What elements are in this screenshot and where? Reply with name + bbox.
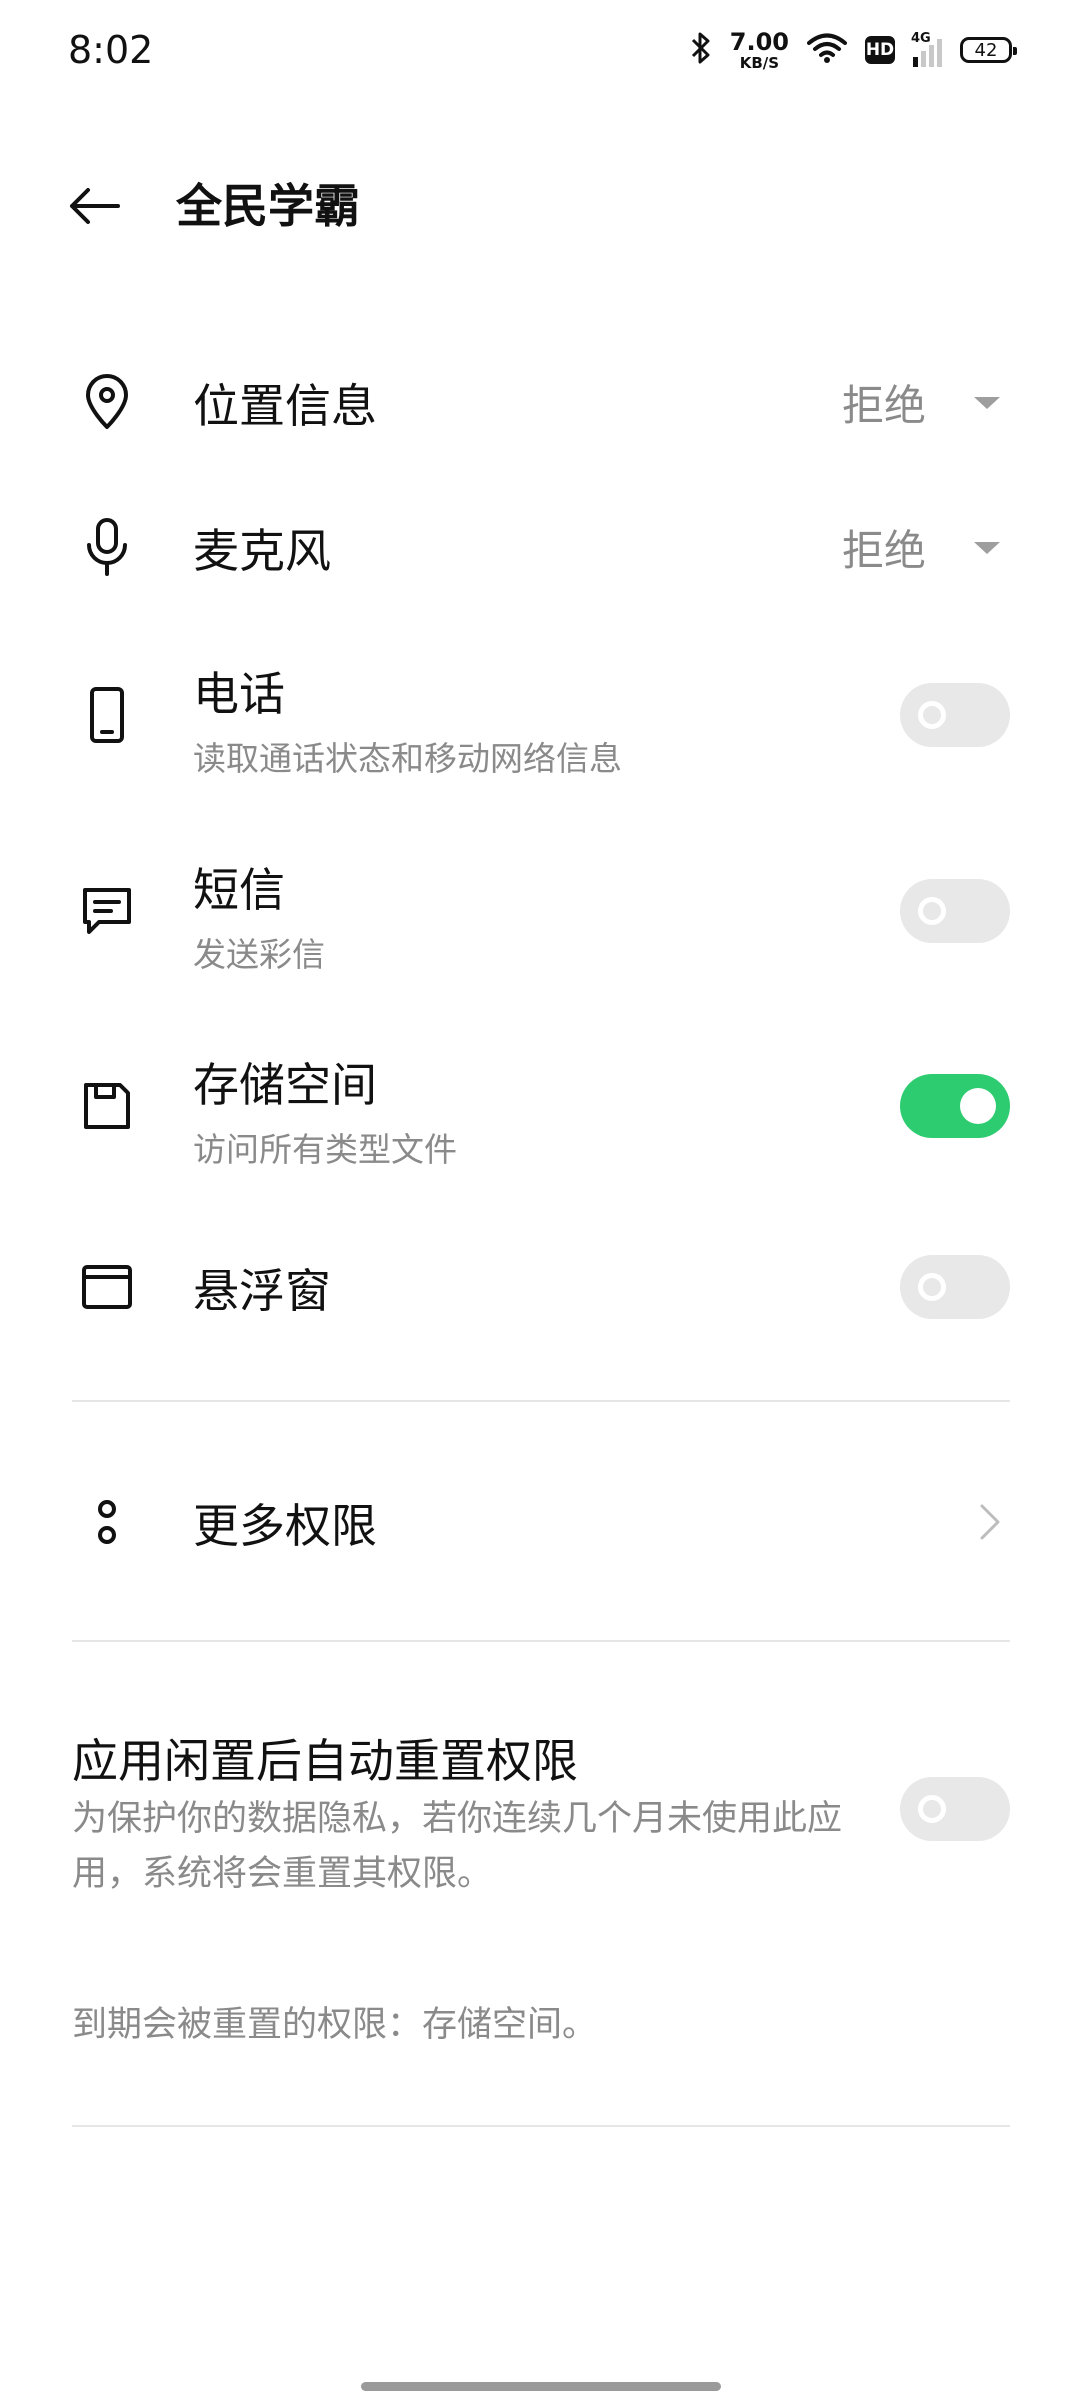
hd-icon: HD [865,36,895,64]
status-time: 8:02 [68,28,154,72]
toggle-knob [918,897,946,925]
permission-dropdown[interactable]: 拒绝 [842,517,1000,578]
toggle-knob [918,1795,946,1823]
network-speed: 7.00 KB/S [730,30,789,71]
sms-toggle[interactable] [900,879,1010,943]
permission-row-microphone[interactable]: 麦克风 拒绝 [0,495,1080,600]
permission-title: 短信 [193,863,285,917]
permission-subtitle: 读取通话状态和移动网络信息 [193,739,622,778]
phone-toggle[interactable] [900,683,1010,747]
more-dots-icon [72,1487,142,1557]
storage-icon [72,1071,142,1141]
permission-title: 麦克风 [193,524,331,578]
divider [72,1400,1010,1402]
dropdown-value: 拒绝 [841,381,926,430]
permission-row-location[interactable]: 位置信息 拒绝 [0,350,1080,455]
toggle-knob [960,1088,996,1124]
chevron-right-icon [980,1504,1000,1540]
permission-subtitle: 发送彩信 [193,935,325,974]
phone-icon [72,680,142,750]
auto-reset-toggle[interactable] [900,1777,1010,1841]
permission-row-storage[interactable]: 存储空间 访问所有类型文件 [0,1031,1080,1181]
back-button[interactable] [58,170,130,242]
reset-note: 到期会被重置的权限：存储空间。 [72,2005,598,2045]
more-permissions-row[interactable]: 更多权限 [0,1470,1080,1575]
permission-row-sms[interactable]: 短信 发送彩信 [0,836,1080,986]
message-icon [72,876,142,946]
auto-reset-description: 为保护你的数据隐私，若你连续几个月未使用此应用，系统将会重置其权限。 [72,1799,843,1894]
battery-icon: 42 [960,37,1017,63]
home-indicator[interactable] [361,2382,721,2391]
location-pin-icon [72,367,142,437]
divider [72,1640,1010,1642]
more-permissions-label: 更多权限 [193,1499,377,1553]
permission-title: 存储空间 [193,1058,377,1112]
permission-subtitle: 访问所有类型文件 [193,1130,457,1169]
microphone-icon [72,512,142,582]
permission-row-phone[interactable]: 电话 读取通话状态和移动网络信息 [0,640,1080,790]
permission-title: 电话 [193,667,285,721]
network-speed-value: 7.00 [729,27,789,56]
floating-window-toggle[interactable] [900,1255,1010,1319]
permission-dropdown[interactable]: 拒绝 [842,372,1000,433]
auto-reset-title: 应用闲置后自动重置权限 [72,1734,578,1788]
floating-window-icon [72,1252,142,1322]
cellular-signal-icon: 4G [911,31,942,67]
caret-down-icon [974,541,1000,554]
dropdown-value: 拒绝 [841,526,926,575]
status-icons: 7.00 KB/S HD 4G 42 [690,24,1017,76]
permission-title: 位置信息 [193,379,377,433]
permission-row-floating-window[interactable]: 悬浮窗 [0,1235,1080,1340]
caret-down-icon [974,396,1000,409]
network-type-label: 4G [911,31,931,46]
permission-title: 悬浮窗 [193,1264,331,1318]
toggle-knob [918,701,946,729]
storage-toggle[interactable] [900,1074,1010,1138]
bluetooth-icon [690,31,712,69]
divider [72,2125,1010,2127]
wifi-icon [807,32,847,68]
network-speed-unit: KB/S [739,53,780,72]
battery-level: 42 [974,39,998,61]
toggle-knob [918,1273,946,1301]
arrow-left-icon [70,188,120,224]
page-title: 全民学霸 [176,179,360,233]
